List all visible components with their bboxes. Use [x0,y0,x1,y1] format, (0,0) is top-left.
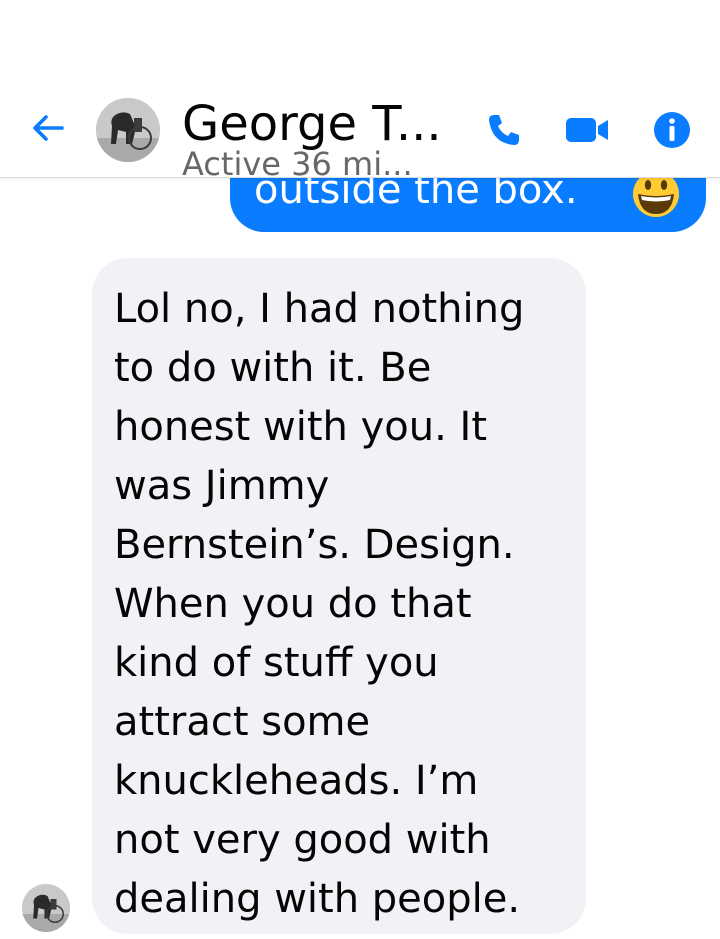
chat-screen: outside the box. George T... Active 36 m… [0,0,720,939]
incoming-message-text: Lol no, I had nothing to do with it. Be … [114,286,525,922]
grinning-face-emoji-icon [633,172,679,217]
incoming-message-bubble[interactable]: Lol no, I had nothing to do with it. Be … [92,258,586,934]
avatar[interactable] [96,98,160,162]
sender-avatar[interactable] [22,884,70,932]
horse-sulky-photo [96,98,160,162]
contact-active-status: Active 36 mi... [182,145,413,183]
horse-sulky-photo [22,884,70,932]
contact-name[interactable]: George T... [182,96,442,152]
video-camera-icon[interactable] [564,112,612,148]
back-arrow-icon[interactable] [28,108,68,148]
info-icon[interactable] [652,110,692,150]
phone-icon[interactable] [484,110,524,150]
